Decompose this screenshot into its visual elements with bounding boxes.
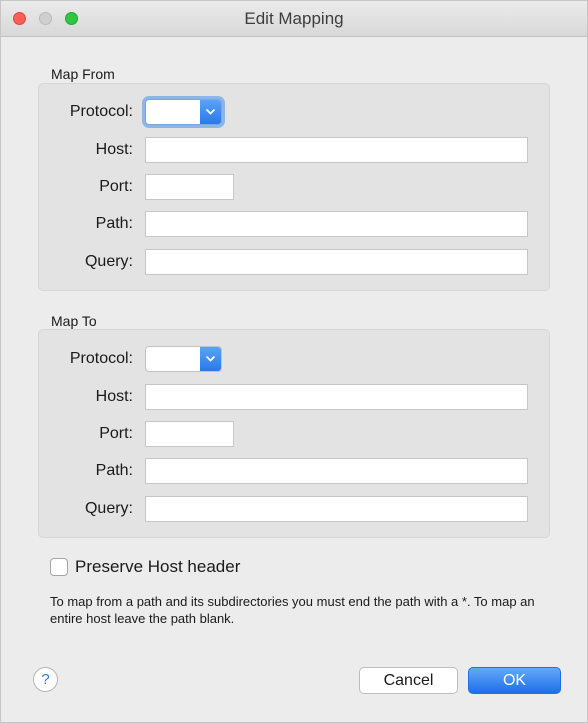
- map-to-host-input[interactable]: [145, 384, 528, 410]
- map-from-host-label: Host:: [95, 141, 133, 158]
- map-from-host-row: Host:: [39, 137, 549, 163]
- help-button[interactable]: ?: [33, 667, 58, 692]
- map-from-path-input[interactable]: [145, 211, 528, 237]
- map-to-section-label: Map To: [51, 313, 97, 329]
- preserve-host-label[interactable]: Preserve Host header: [75, 557, 240, 577]
- map-from-query-input[interactable]: [145, 249, 528, 275]
- map-from-section-label: Map From: [51, 66, 115, 82]
- map-from-protocol-label: Protocol:: [69, 103, 133, 120]
- map-from-host-input[interactable]: [145, 137, 528, 163]
- map-from-port-label: Port:: [99, 178, 133, 195]
- map-to-port-label: Port:: [99, 425, 133, 442]
- map-to-port-row: Port:: [39, 421, 549, 447]
- map-to-query-row: Query:: [39, 496, 549, 522]
- chevron-down-icon: [200, 347, 221, 371]
- cancel-button[interactable]: Cancel: [359, 667, 458, 694]
- preserve-host-checkbox[interactable]: [50, 558, 68, 576]
- ok-button[interactable]: OK: [468, 667, 561, 694]
- map-to-path-input[interactable]: [145, 458, 528, 484]
- map-to-port-input[interactable]: [145, 421, 234, 447]
- chevron-down-icon: [200, 100, 221, 124]
- map-from-query-row: Query:: [39, 249, 549, 275]
- map-from-path-label: Path:: [95, 215, 133, 232]
- title-bar: Edit Mapping: [1, 1, 587, 37]
- map-to-group: Protocol: Host: Port: Path: Query:: [38, 329, 550, 538]
- map-to-protocol-select[interactable]: [145, 346, 222, 372]
- map-from-protocol-row: Protocol:: [39, 99, 549, 125]
- map-from-port-row: Port:: [39, 174, 549, 200]
- map-to-query-label: Query:: [84, 500, 133, 517]
- map-from-group: Protocol: Host: Port: Path: Query:: [38, 83, 550, 291]
- map-to-protocol-label: Protocol:: [69, 350, 133, 367]
- map-from-protocol-select[interactable]: [145, 99, 222, 125]
- map-to-query-input[interactable]: [145, 496, 528, 522]
- map-from-query-label: Query:: [84, 253, 133, 270]
- help-text: To map from a path and its subdirectorie…: [50, 594, 535, 626]
- map-from-path-row: Path:: [39, 211, 549, 237]
- map-to-host-label: Host:: [95, 388, 133, 405]
- map-to-path-label: Path:: [95, 462, 133, 479]
- map-from-port-input[interactable]: [145, 174, 234, 200]
- map-to-host-row: Host:: [39, 384, 549, 410]
- edit-mapping-dialog: Edit Mapping Map From Protocol: Host: Po…: [0, 0, 588, 723]
- window-title: Edit Mapping: [244, 9, 344, 28]
- map-to-path-row: Path:: [39, 458, 549, 484]
- map-to-protocol-row: Protocol:: [39, 346, 549, 372]
